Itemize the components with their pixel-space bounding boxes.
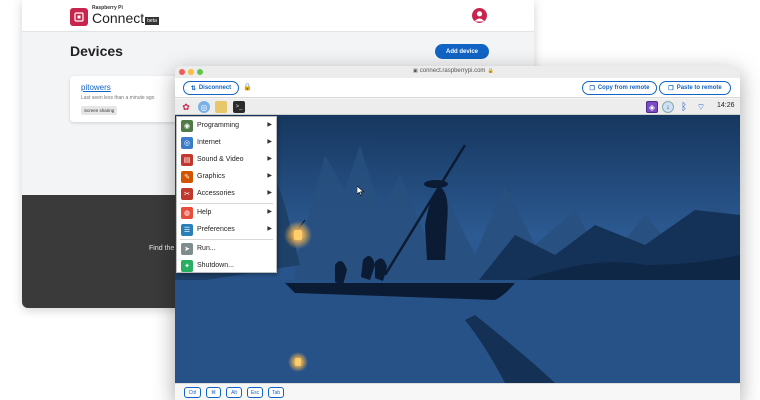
maximize-window-button[interactable] xyxy=(197,69,203,75)
menu-item-internet[interactable]: ◎ Internet ▶ xyxy=(177,134,276,151)
copy-icon: ❐ xyxy=(589,85,595,92)
submenu-arrow-icon: ▶ xyxy=(267,139,272,145)
pi-taskbar: ✿ ◎ >_ ◈ ↓ ᛒ ⌔ 14:26 xyxy=(175,99,740,115)
menu-item-sound-video[interactable]: ▤ Sound & Video ▶ xyxy=(177,151,276,168)
menu-item-accessories[interactable]: ✂ Accessories ▶ xyxy=(177,185,276,202)
screen: Raspberry Pi Connect beta Devices Add dev… xyxy=(0,0,760,400)
copy-label: Copy from remote xyxy=(597,85,650,91)
url-text: connect.raspberrypi.com xyxy=(419,68,486,74)
user-avatar-icon[interactable] xyxy=(472,8,487,23)
programming-icon: ◉ xyxy=(181,119,193,132)
help-icon: ◍ xyxy=(181,206,193,219)
connect-tray-icon[interactable]: ◈ xyxy=(646,101,658,113)
menu-item-programming[interactable]: ◉ Programming ▶ xyxy=(177,117,276,134)
shutdown-icon: ✦ xyxy=(181,259,193,272)
submenu-arrow-icon: ▶ xyxy=(267,173,272,179)
site-icon: ▣ xyxy=(413,68,418,74)
tab-key-button[interactable]: Tab xyxy=(268,387,284,398)
menu-item-preferences[interactable]: ☰ Preferences ▶ xyxy=(177,221,276,238)
esc-key-button[interactable]: Esc xyxy=(247,387,263,398)
menu-item-label: Internet xyxy=(197,139,221,146)
menu-item-graphics[interactable]: ✎ Graphics ▶ xyxy=(177,168,276,185)
minimize-window-button[interactable] xyxy=(188,69,194,75)
menu-item-label: Sound & Video xyxy=(197,156,244,163)
bluetooth-icon[interactable]: ᛒ xyxy=(678,101,690,113)
menu-item-label: Run... xyxy=(197,245,216,252)
internet-icon: ◎ xyxy=(181,136,193,149)
raspberry-pi-logo-icon xyxy=(70,7,88,26)
terminal-icon[interactable]: >_ xyxy=(233,101,245,113)
secure-lock-icon: 🔒 xyxy=(243,84,252,91)
update-icon[interactable]: ↓ xyxy=(662,101,674,113)
page-title: Devices xyxy=(70,43,123,59)
menu-item-label: Shutdown... xyxy=(197,262,234,269)
screen-sharing-badge: Screen sharing xyxy=(81,106,118,115)
brand-text: Raspberry Pi Connect beta xyxy=(92,6,159,27)
footer-text: Find the xyxy=(149,245,175,252)
preferences-icon: ☰ xyxy=(181,223,193,236)
menu-item-label: Help xyxy=(197,209,212,216)
submenu-arrow-icon: ▶ xyxy=(267,122,272,128)
graphics-icon: ✎ xyxy=(181,170,193,183)
submenu-arrow-icon: ▶ xyxy=(267,190,272,196)
menu-item-label: Accessories xyxy=(197,190,235,197)
add-device-button[interactable]: Add device xyxy=(435,44,489,59)
menu-item-run[interactable]: ➤ Run... xyxy=(177,240,276,257)
device-card[interactable]: pitowers Last seen less than a minute ag… xyxy=(70,76,180,122)
address-bar[interactable]: ▣ connect.raspberrypi.com 🔒 xyxy=(413,68,494,74)
wifi-icon[interactable]: ⌔ xyxy=(695,101,707,113)
run-icon: ➤ xyxy=(181,242,193,255)
accessories-icon: ✂ xyxy=(181,187,193,200)
paste-icon: ❐ xyxy=(668,85,674,92)
paste-label: Paste to remote xyxy=(676,85,722,91)
close-window-button[interactable] xyxy=(179,69,185,75)
beta-badge: beta xyxy=(145,17,159,25)
applications-menu: ◉ Programming ▶ ◎ Internet ▶ ▤ Sound & V… xyxy=(176,116,277,273)
device-last-seen: Last seen less than a minute ago xyxy=(81,95,155,101)
menu-item-help[interactable]: ◍ Help ▶ xyxy=(177,204,276,221)
submenu-arrow-icon: ▶ xyxy=(267,226,272,232)
menu-item-label: Preferences xyxy=(197,226,235,233)
paste-to-remote-button[interactable]: ❐ Paste to remote xyxy=(659,81,731,95)
device-name-link[interactable]: pitowers xyxy=(81,83,111,92)
alt-key-button[interactable]: Alt xyxy=(226,387,242,398)
submenu-arrow-icon: ▶ xyxy=(267,209,272,215)
command-key-button[interactable]: ⌘ xyxy=(206,387,221,398)
ctrl-key-button[interactable]: Ctrl xyxy=(184,387,201,398)
brand-name: Connect xyxy=(92,10,145,26)
window-titlebar: ▣ connect.raspberrypi.com 🔒 xyxy=(175,66,740,78)
disconnect-button[interactable]: ⇅ Disconnect xyxy=(183,81,239,95)
clock[interactable]: 14:26 xyxy=(717,102,735,109)
submenu-arrow-icon: ▶ xyxy=(267,156,272,162)
folder-icon[interactable] xyxy=(215,101,227,113)
dashboard-top-bar: Raspberry Pi Connect beta xyxy=(22,0,534,32)
brand[interactable]: Raspberry Pi Connect beta xyxy=(70,6,159,27)
lock-icon: 🔒 xyxy=(487,68,494,74)
menu-item-label: Programming xyxy=(197,122,240,129)
globe-icon[interactable]: ◎ xyxy=(198,101,210,113)
menu-item-label: Graphics xyxy=(197,173,226,180)
copy-from-remote-button[interactable]: ❐ Copy from remote xyxy=(582,81,657,95)
menu-item-shutdown[interactable]: ✦ Shutdown... xyxy=(177,257,276,274)
sound-video-icon: ▤ xyxy=(181,153,193,166)
disconnect-label: Disconnect xyxy=(198,85,232,91)
special-keys-bar: Ctrl ⌘ Alt Esc Tab xyxy=(175,383,740,400)
session-toolbar: ⇅ Disconnect 🔒 ❐ Copy from remote ❐ Past… xyxy=(175,78,740,98)
mouse-cursor-icon xyxy=(357,186,365,196)
disconnect-icon: ⇅ xyxy=(190,85,196,92)
remote-desktop-window: ▣ connect.raspberrypi.com 🔒 ⇅ Disconnect… xyxy=(175,66,740,400)
raspberry-icon[interactable]: ✿ xyxy=(180,101,192,113)
